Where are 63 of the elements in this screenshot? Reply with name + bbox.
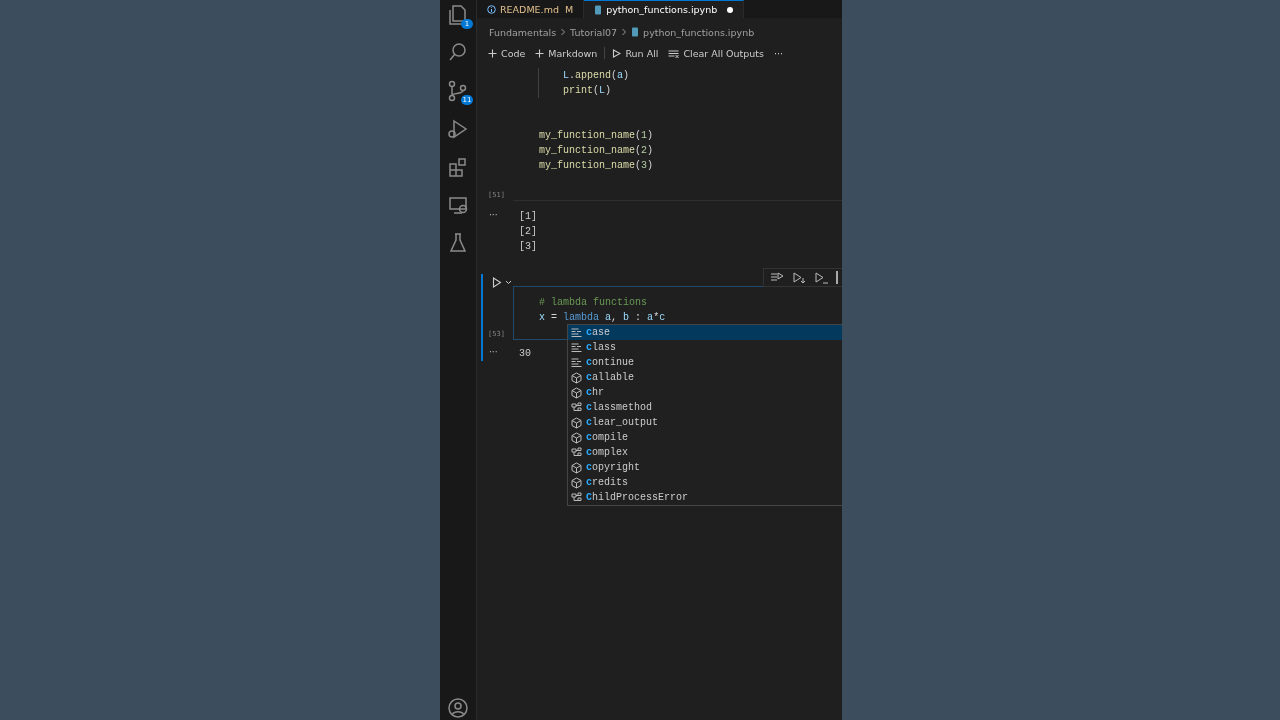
class-icon [571,491,582,504]
suggestion-item[interactable]: ChildProcessError [568,490,842,505]
run-above-icon[interactable] [770,271,784,284]
info-icon[interactable] [487,4,496,14]
cube-icon [571,476,582,489]
cube-icon [571,461,582,474]
suggestion-item[interactable]: complex [568,445,842,460]
output-text: [1] [519,210,537,224]
plus-icon [535,48,545,58]
notebook-icon[interactable] [594,4,603,15]
output-menu-icon[interactable]: ··· [489,210,498,220]
code-cell[interactable]: L.append(a) print(L) my_function_name(1) my_function_name(2) my_function_name(3) [513,68,842,201]
chevron-right-icon[interactable] [560,28,567,36]
output-menu-icon[interactable]: ··· [489,347,498,357]
keyword-icon [571,356,582,369]
toolbar-button[interactable]: Markdown [530,47,603,59]
code-line: L.append(a) [563,70,630,81]
clear-outputs-icon [668,48,680,58]
class-icon [571,446,582,459]
suggestion-item[interactable]: copyright [568,460,842,475]
suggestion-item[interactable]: continue [568,355,842,370]
run-down-icon[interactable] [814,271,828,284]
more-button[interactable]: ··· [769,47,789,59]
breadcrumb-item[interactable]: Tutorial07 [570,26,618,38]
run-debug-icon[interactable] [446,117,470,141]
toolbar-button[interactable]: Run All [607,47,664,59]
code-line: my_function_name(3) [539,160,654,171]
output-text: 30 [519,347,531,361]
breadcrumb-item[interactable]: python_functions.ipynb [643,26,755,38]
suggestion-item[interactable]: clear_output [568,415,842,430]
cube-icon [571,371,582,384]
chevron-right-icon[interactable] [621,28,628,36]
code-line: my_function_name(2) [539,145,654,156]
suggestion-item[interactable]: compile [568,430,842,445]
run-below-icon[interactable] [792,271,806,284]
toolbar-button[interactable]: Clear All Outputs [663,47,770,59]
chevron-down-icon[interactable] [505,280,512,285]
cube-icon [571,431,582,444]
suggestion-item[interactable]: class [568,340,842,355]
account-icon[interactable] [446,696,470,720]
output-text: [2] [519,225,537,239]
cube-icon [571,386,582,399]
suggestion-item[interactable]: credits [568,475,842,490]
code-line: # lambda functions [539,297,648,308]
suggestion-item[interactable]: case [568,325,842,340]
editor-tab[interactable]: python_functions.ipynb [584,0,745,18]
toolbar-button[interactable]: Code [483,47,531,59]
code-line: x = lambda a, b : a*c [539,312,666,323]
notebook-icon[interactable] [631,27,640,37]
breadcrumb-item[interactable]: Fundamentals [489,26,557,38]
class-icon [571,401,582,414]
plus-icon [488,48,497,58]
suggestion-item[interactable]: chr [568,385,842,400]
keyword-icon [571,341,582,354]
run-cell-icon[interactable] [492,277,502,288]
suggestion-item[interactable]: classmethod [568,400,842,415]
code-line: my_function_name(1) [539,130,654,141]
cube-icon [571,416,582,429]
suggestion-item[interactable]: callable [568,370,842,385]
output-text: [3] [519,240,537,254]
code-line: print(L) [563,85,612,96]
keyword-icon [571,326,582,339]
run-icon [612,48,622,58]
